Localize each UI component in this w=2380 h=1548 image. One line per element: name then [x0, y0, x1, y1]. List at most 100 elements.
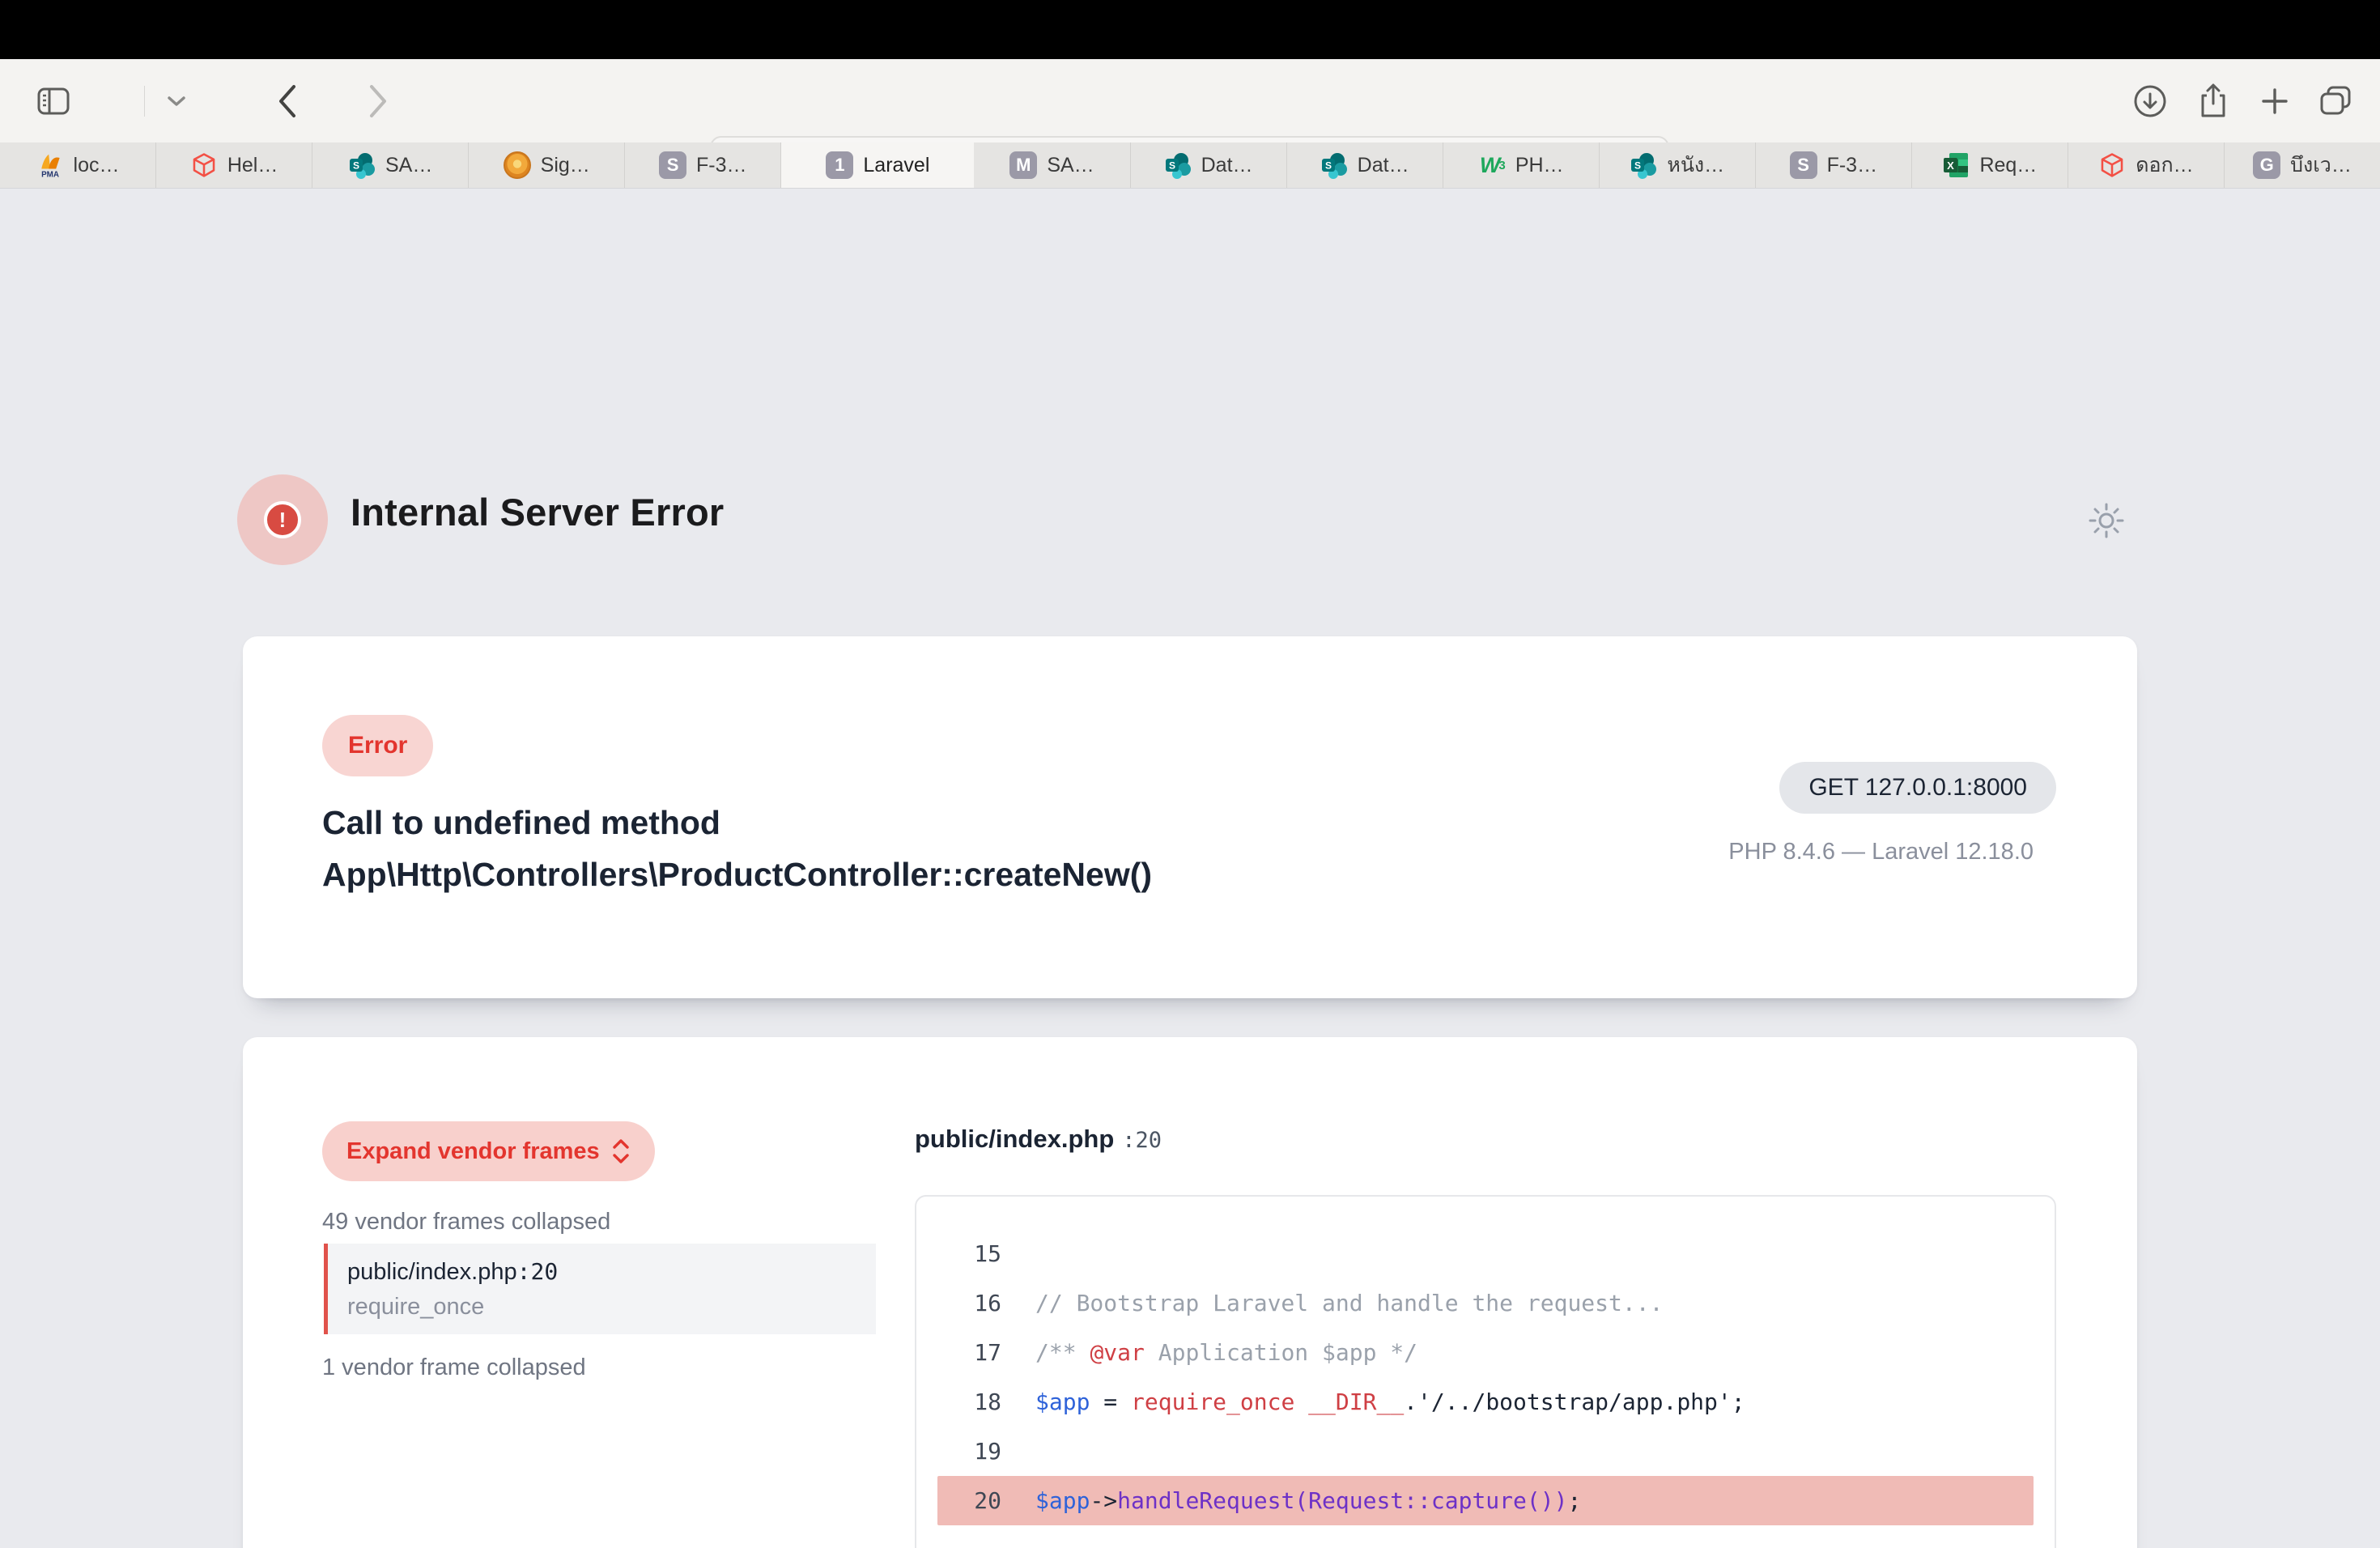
browser-tab-2[interactable]: Hel… — [156, 142, 312, 188]
request-method-badge: GET 127.0.0.1:8000 — [1779, 762, 2056, 814]
line-number: 17 — [916, 1339, 1001, 1366]
sidebar-dropdown-button[interactable] — [159, 59, 194, 142]
browser-tab-9[interactable]: S Dat… — [1287, 142, 1443, 188]
svg-text:S: S — [1169, 160, 1175, 172]
svg-text:S: S — [1325, 160, 1332, 172]
browser-tab-1[interactable]: PMA loc… — [0, 142, 156, 188]
sharepoint-icon: S — [1320, 151, 1348, 179]
expand-vendor-frames-button[interactable]: Expand vendor frames — [322, 1121, 655, 1181]
tab-label: SA… — [1047, 154, 1094, 177]
tab-label: Laravel — [863, 154, 929, 177]
excel-icon-wrap: X — [1942, 151, 1970, 179]
tab-label: ดอก… — [2136, 149, 2193, 181]
browser-tab-10[interactable]: W3 PH… — [1443, 142, 1600, 188]
line-number: 19 — [916, 1438, 1001, 1465]
tab-label: หนัง… — [1667, 149, 1724, 181]
new-tab-button[interactable] — [2252, 59, 2297, 142]
code-file-name: public/index.php — [915, 1125, 1114, 1153]
code-snippet: 15 16// Bootstrap Laravel and handle the … — [915, 1195, 2056, 1548]
back-chevron-icon — [276, 83, 299, 119]
browser-tab-6-active[interactable]: 1 Laravel — [781, 142, 974, 188]
stack-frame-item[interactable]: public/index.php:20 require_once — [324, 1244, 876, 1334]
browser-tab-7[interactable]: MSA… — [974, 142, 1130, 188]
share-icon — [2197, 83, 2229, 120]
code-line-20: 20$app->handleRequest(Request::capture()… — [916, 1476, 2055, 1525]
code-line-16: 16// Bootstrap Laravel and handle the re… — [916, 1278, 2055, 1328]
pma-icon-wrap: PMA — [36, 151, 64, 179]
exclamation-icon: ! — [264, 501, 301, 538]
tab-strip: PMAloc…Hel…SSA…Sig…SF-3…1LaravelMSA…SDat… — [0, 142, 2380, 189]
sharepoint-icon-wrap: S — [1630, 151, 1657, 179]
sun-icon — [2089, 503, 2124, 538]
laravel-icon-wrap — [2098, 151, 2126, 179]
svg-text:S: S — [353, 160, 359, 172]
tab-label: Dat… — [1358, 154, 1409, 177]
chevron-up-down-icon — [611, 1138, 631, 1165]
svg-text:X: X — [1948, 159, 1955, 172]
sharepoint-icon-wrap: S — [1164, 151, 1192, 179]
toolbar-separator — [144, 86, 145, 117]
code-line-18: 18 $app = require_once __DIR__.'/../boots… — [916, 1377, 2055, 1427]
stack-trace-card: Expand vendor frames 49 vendor frames co… — [243, 1037, 2137, 1548]
browser-tab-12[interactable]: SF-3… — [1756, 142, 1912, 188]
laravel-icon — [190, 151, 218, 179]
browser-tab-3[interactable]: SSA… — [312, 142, 469, 188]
tab-favicon-badge: G — [2253, 151, 2280, 179]
sharepoint-icon-wrap: S — [348, 151, 376, 179]
browser-tab-14[interactable]: ดอก… — [2068, 142, 2225, 188]
code-text: /** @var Application $app */ — [1035, 1339, 1417, 1366]
browser-tab-13[interactable]: X Req… — [1912, 142, 2068, 188]
laravel-icon-wrap — [190, 151, 218, 179]
code-line-15: 15 — [916, 1229, 2055, 1278]
code-text: $app->handleRequest(Request::capture()); — [1035, 1487, 1581, 1514]
error-message: Call to undefined method App\Http\Contro… — [322, 797, 1617, 900]
share-button[interactable] — [2191, 59, 2236, 142]
back-button[interactable] — [267, 59, 308, 142]
error-page: ! Internal Server Error Error Call to un… — [0, 189, 2380, 1548]
browser-tab-11[interactable]: S หนัง… — [1600, 142, 1756, 188]
browser-tab-4[interactable]: Sig… — [469, 142, 625, 188]
line-number: 15 — [916, 1240, 1001, 1267]
tab-favicon-badge: S — [659, 151, 686, 179]
browser-tab-8[interactable]: SDat… — [1131, 142, 1287, 188]
forward-button[interactable] — [358, 59, 398, 142]
php-laravel-versions: PHP 8.4.6 — Laravel 12.18.0 — [1728, 839, 2034, 865]
browser-tab-15[interactable]: Gบึงเว… — [2225, 142, 2380, 188]
tab-label: Sig… — [541, 154, 590, 177]
svg-text:PMA: PMA — [41, 170, 59, 179]
tab-label: F-3… — [1827, 154, 1878, 177]
sidebar-toggle-button[interactable] — [32, 59, 74, 142]
excel-icon: X — [1942, 151, 1970, 179]
download-icon — [2132, 83, 2168, 119]
plus-icon — [2259, 86, 2290, 117]
code-text: // Bootstrap Laravel and handle the requ… — [1035, 1290, 1663, 1316]
sharepoint-icon: S — [1164, 151, 1192, 179]
w3schools-icon: W3 — [1478, 151, 1506, 179]
browser-toolbar: 127.0.0.1 A 文 — [0, 59, 2380, 142]
code-file-header: public/index.php:20 — [915, 1125, 1162, 1154]
code-line-17: 17 /** @var Application $app */ — [916, 1328, 2055, 1377]
downloads-button[interactable] — [2127, 59, 2173, 142]
line-number: 18 — [916, 1389, 1001, 1415]
forward-chevron-icon — [367, 83, 389, 119]
tab-label: Hel… — [227, 154, 278, 177]
tab-label: Req… — [1979, 154, 2037, 177]
phpmyadmin-icon: PMA — [36, 151, 64, 180]
menu-bar — [0, 0, 2380, 59]
code-line-19: 19 — [916, 1427, 2055, 1476]
theme-toggle-button[interactable] — [2087, 501, 2126, 540]
vendor-frames-collapsed-below: 1 vendor frame collapsed — [322, 1354, 586, 1381]
sidebar-icon — [36, 86, 70, 117]
svg-text:S: S — [1634, 160, 1641, 172]
error-message-line2: App\Http\Controllers\ProductController::… — [322, 848, 1617, 900]
stack-frame-function: require_once — [347, 1294, 876, 1320]
tab-label: PH… — [1515, 154, 1564, 177]
tab-overview-button[interactable] — [2314, 59, 2359, 142]
code-text: $app = require_once __DIR__.'/../bootstr… — [1035, 1389, 1745, 1415]
page-title: Internal Server Error — [351, 490, 724, 534]
browser-tab-5[interactable]: SF-3… — [625, 142, 781, 188]
sharepoint-icon: S — [348, 151, 376, 179]
error-type-badge: Error — [322, 715, 433, 776]
tab-favicon-badge: 1 — [826, 151, 853, 179]
tab-label: loc… — [74, 154, 120, 177]
